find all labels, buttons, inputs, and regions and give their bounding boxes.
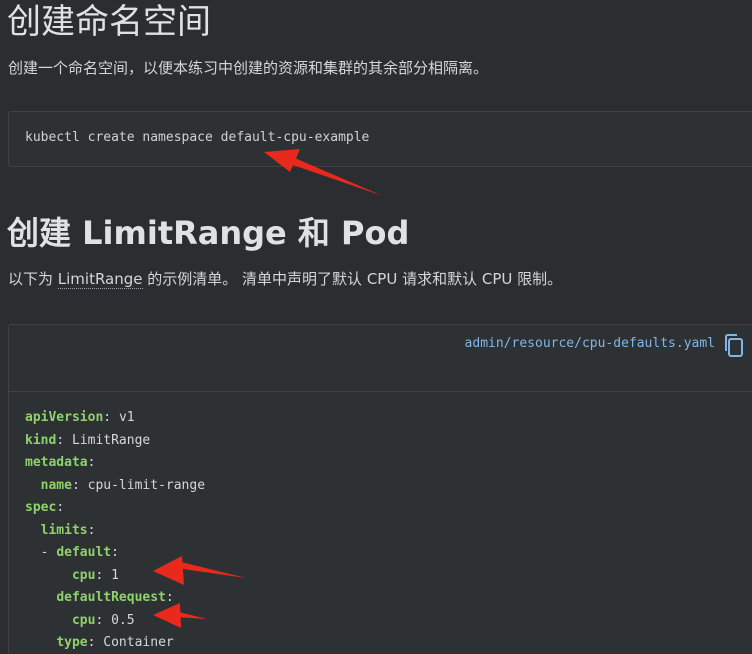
yaml-line: kind: LimitRange [25,430,205,453]
yaml-line: cpu: 0.5 [25,610,205,633]
yaml-value: 1 [111,567,119,583]
yaml-key: type [56,635,88,650]
limitrange-term-link[interactable]: LimitRange [57,270,143,289]
yaml-indent [25,523,41,538]
yaml-line: type: Container [25,632,205,654]
yaml-separator: : [56,500,65,515]
yaml-line: name: cpu-limit-range [25,475,205,498]
yaml-separator: : [71,477,88,493]
yaml-line: - default: [25,542,205,565]
yaml-indent: - [25,545,57,560]
manifest-file-link[interactable]: admin/resource/cpu-defaults.yaml [465,336,715,351]
yaml-indent [25,613,72,628]
description-prefix: 以下为 [8,270,58,288]
copy-icon[interactable] [723,333,745,359]
yaml-key: spec [25,500,57,515]
yaml-value: LimitRange [71,432,151,448]
yaml-key: apiVersion [25,410,104,425]
yaml-line: metadata: [25,452,205,475]
yaml-value: v1 [118,410,135,425]
yaml-indent [25,590,56,605]
yaml-indent [25,478,41,493]
section-description-namespace: 创建一个命名空间，以便本练习中创建的资源和集群的其余部分相隔离。 [8,59,489,77]
namespace-command[interactable]: kubectl create namespace default-cpu-exa… [25,130,369,145]
yaml-key: metadata [25,455,88,470]
yaml-separator: : [87,635,104,650]
yaml-line: limits: [25,520,205,543]
yaml-key: limits [40,522,88,538]
yaml-separator: : [87,522,96,538]
yaml-key: cpu [71,567,96,583]
yaml-separator: : [103,410,119,425]
yaml-value: Container [103,635,174,650]
yaml-key: defaultRequest [56,590,166,605]
yaml-separator: : [87,455,96,470]
yaml-separator: : [165,590,174,605]
yaml-key: default [56,545,112,560]
yaml-line: spec: [25,497,205,520]
yaml-separator: : [95,567,112,583]
yaml-line: cpu: 1 [25,565,205,588]
yaml-value: 0.5 [111,612,135,628]
yaml-key: cpu [71,612,96,628]
yaml-separator: : [111,545,119,560]
yaml-key: name [40,477,72,493]
yaml-key: kind [25,432,57,448]
section-description-limitrange: 以下为 LimitRange 的示例清单。 清单中声明了默认 CPU 请求和默认… [8,268,562,290]
section-title-create-namespace: 创建命名空间 [7,2,211,42]
yaml-indent [25,635,56,650]
yaml-indent [25,568,72,583]
description-suffix: 的示例清单。 清单中声明了默认 CPU 请求和默认 CPU 限制。 [142,270,563,288]
yaml-line: defaultRequest: [25,587,205,610]
yaml-value: cpu-limit-range [87,477,206,493]
manifest-header: admin/resource/cpu-defaults.yaml [9,325,752,392]
manifest-yaml-content: apiVersion: v1 kind: LimitRange metadata: … [25,407,205,654]
yaml-line: apiVersion: v1 [25,407,205,430]
manifest-code-block: admin/resource/cpu-defaults.yaml apiVers… [8,324,752,654]
section-title-limitrange-pod: 创建 LimitRange 和 Pod [7,214,410,252]
yaml-separator: : [56,432,72,448]
command-code-block: kubectl create namespace default-cpu-exa… [8,111,752,167]
yaml-separator: : [95,612,112,628]
